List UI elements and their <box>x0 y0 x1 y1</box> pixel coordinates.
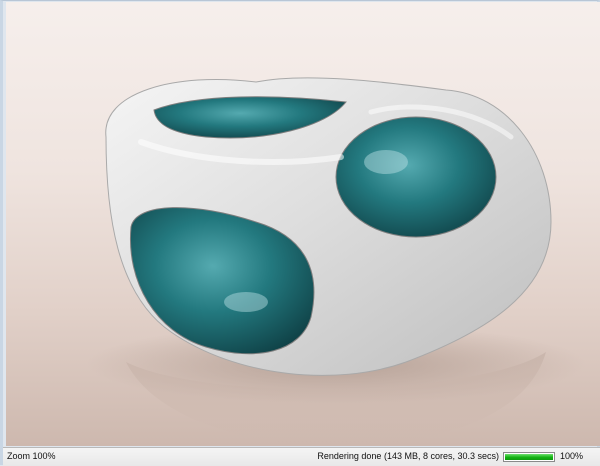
render-viewport <box>6 2 600 446</box>
render-image <box>86 77 586 446</box>
render-progress-bar <box>503 452 555 462</box>
highlight-4 <box>364 150 408 174</box>
zoom-label[interactable]: Zoom 100% <box>7 451 56 461</box>
render-status-text: Rendering done (143 MB, 8 cores, 30.3 se… <box>317 451 499 461</box>
render-window: Zoom 100% Rendering done (143 MB, 8 core… <box>0 0 600 466</box>
render-progress-text: 100% <box>560 451 584 461</box>
render-progress-fill <box>505 454 553 460</box>
right-opening <box>335 116 497 238</box>
highlight-3 <box>224 292 268 312</box>
status-bar: Zoom 100% Rendering done (143 MB, 8 core… <box>3 447 600 466</box>
